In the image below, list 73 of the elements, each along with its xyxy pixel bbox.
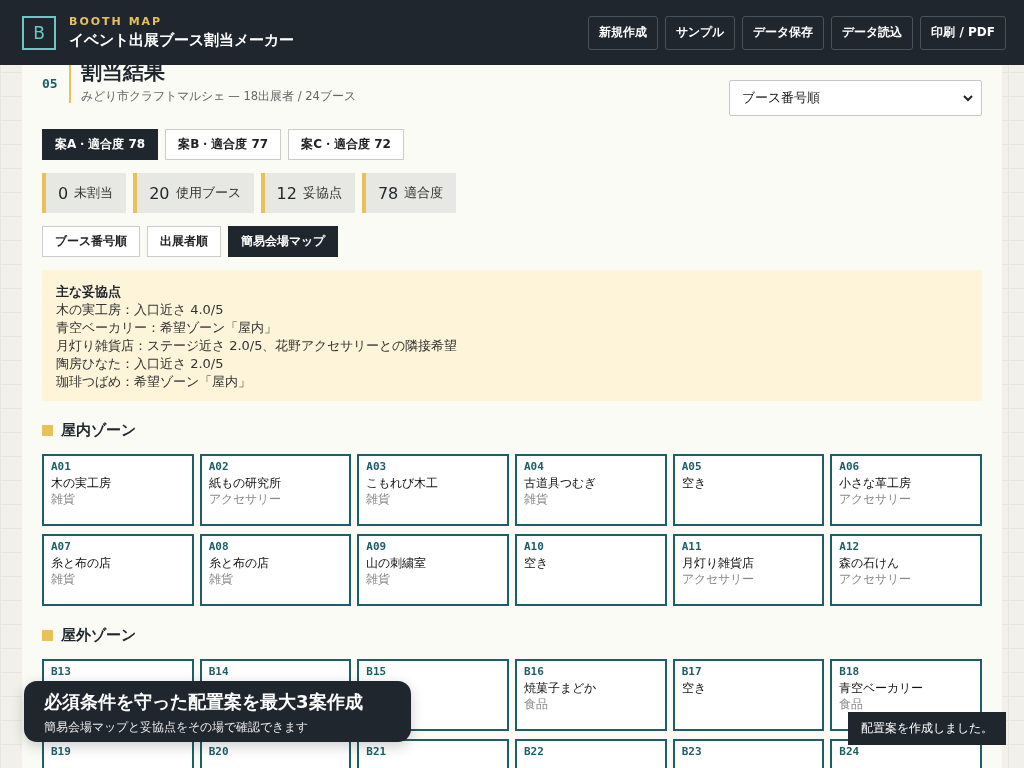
genre-label: 雑貨 — [524, 492, 548, 506]
compromise-line: 月灯り雑貨店：ステージ近さ 2.0/5、花野アクセサリーとの隣接希望 — [56, 337, 459, 355]
stat-value: 78 — [377, 183, 399, 203]
genre-label: アクセサリー — [839, 492, 912, 506]
genre-label: 雑貨 — [366, 492, 391, 506]
banner-subtitle: 簡易会場マップと妥協点をその場で確認できます — [44, 719, 309, 736]
booth-number: B13 — [51, 665, 72, 678]
compromise-line: 珈琲つばめ：希望ゾーン「屋内」 — [56, 373, 252, 391]
compromise-line: 木の実工房：入口近さ 4.0/5 — [56, 301, 225, 319]
genre-label: 食品 — [524, 697, 548, 711]
exhibitor-name: 青空ベーカリー — [839, 681, 924, 695]
booth-number: A02 — [208, 460, 230, 473]
genre-label: 雑貨 — [51, 492, 75, 506]
booth-number: A04 — [524, 460, 545, 473]
exhibitor-name: 月灯り雑貨店 — [681, 556, 754, 570]
exhibitor-name: 焼菓子まどか — [524, 681, 596, 695]
booth-number: A01 — [51, 460, 72, 473]
booth-number: B20 — [208, 745, 230, 758]
exhibitor-name: 紙もの研究所 — [208, 476, 281, 490]
zone-heading: 屋外ゾーン — [61, 626, 136, 645]
exhibitor-name: 古道具つむぎ — [524, 476, 596, 490]
booth-number: B17 — [681, 665, 703, 678]
exhibitor-name: 山の刺繍室 — [366, 556, 427, 570]
booth-number: B22 — [524, 745, 545, 758]
booth-number: A05 — [681, 460, 703, 473]
exhibitor-name: 木の実工房 — [51, 476, 111, 490]
compromise-title: 主な妥協点 — [56, 283, 122, 301]
booth-number: A11 — [681, 540, 703, 553]
booth-number: B21 — [366, 745, 388, 758]
booth-number: B18 — [839, 665, 861, 678]
stat-value: 12 — [276, 183, 297, 203]
brand-label: BOOTH MAP — [69, 15, 164, 28]
booth-number: B19 — [51, 745, 72, 758]
genre-label: アクセサリー — [839, 572, 912, 586]
stat-value: 20 — [149, 183, 170, 203]
exhibitor-name: 空き — [524, 556, 548, 570]
booth-number: A06 — [839, 460, 861, 473]
booth-number: B15 — [366, 665, 388, 678]
event-summary: みどり市クラフトマルシェ — 18出展者 / 24ブース — [80, 89, 356, 104]
logo-mark: B — [22, 15, 56, 50]
booth-number: B23 — [681, 745, 703, 758]
exhibitor-name: 空き — [681, 476, 706, 490]
stat-label: 妥協点 — [302, 184, 342, 202]
genre-label: アクセサリー — [681, 572, 754, 586]
exhibitor-name: 小さな革工房 — [839, 476, 912, 490]
genre-label: 食品 — [839, 697, 864, 711]
app-title: イベント出展ブース割当メーカー — [69, 31, 294, 50]
booth-number: A03 — [366, 460, 388, 473]
booth-number: B14 — [208, 665, 230, 678]
exhibitor-name: 糸と布の店 — [51, 556, 111, 570]
genre-label: 雑貨 — [366, 572, 391, 586]
booth-number: A12 — [839, 540, 861, 553]
exhibitor-name: 空き — [681, 681, 706, 695]
exhibitor-name: 森の石けん — [839, 556, 900, 570]
stat-label: 使用ブース — [175, 184, 241, 202]
exhibitor-name: 糸と布の店 — [208, 556, 269, 570]
booth-number: A08 — [208, 540, 230, 553]
compromise-line: 陶房ひなた：入口近さ 2.0/5 — [56, 355, 225, 373]
genre-label: 雑貨 — [51, 572, 75, 586]
genre-label: アクセサリー — [208, 492, 281, 506]
booth-number: A10 — [524, 540, 545, 553]
booth-number: B24 — [839, 745, 861, 758]
compromise-line: 青空ベーカリー：希望ゾーン「屋内」 — [56, 319, 278, 337]
zone-heading: 屋内ゾーン — [61, 421, 136, 440]
booth-number: A07 — [51, 540, 72, 553]
stat-value: 0 — [58, 183, 69, 203]
stat-label: 未割当 — [74, 184, 114, 202]
booth-number: A09 — [366, 540, 388, 553]
exhibitor-name: こもれび木工 — [366, 476, 439, 490]
status-toast: 配置案を作成しました。 — [848, 712, 1006, 745]
booth-number: B16 — [524, 665, 545, 678]
genre-label: 雑貨 — [208, 572, 233, 586]
stat-label: 適合度 — [404, 184, 444, 202]
